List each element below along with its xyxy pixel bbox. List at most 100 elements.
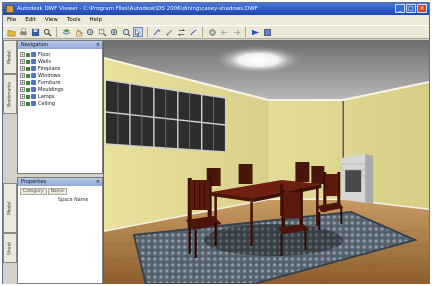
tree-item-label: Walls <box>38 58 52 65</box>
flag-icon[interactable] <box>250 27 260 37</box>
fit-icon[interactable] <box>207 27 217 37</box>
object-icon <box>31 101 36 106</box>
menu-view[interactable]: View <box>45 17 58 23</box>
title-bar[interactable]: Autodesk DWF Viewer - C:\Program Files\A… <box>3 3 429 15</box>
walk-icon[interactable] <box>188 27 198 37</box>
toolbar-separator <box>245 27 246 37</box>
properties-side-tabs: Model Sheet <box>3 177 17 284</box>
object-icon <box>31 94 36 99</box>
object-icon <box>31 73 36 78</box>
tree-item-ceiling[interactable]: + Ceiling <box>20 100 102 107</box>
side-tab-model[interactable]: Model <box>3 183 17 233</box>
property-key <box>22 198 58 203</box>
zoom-rect-icon[interactable] <box>97 27 107 37</box>
navigation-side-tabs: Model Bookmarks <box>3 40 17 174</box>
select-icon[interactable] <box>133 27 143 37</box>
app-icon <box>6 5 14 13</box>
menu-help[interactable]: Help <box>90 17 103 23</box>
left-pane: Model Bookmarks Navigation × + Floor + Wal… <box>3 40 103 284</box>
side-tab-bookmarks[interactable]: Bookmarks <box>3 74 17 114</box>
zoom-out-icon[interactable] <box>121 27 131 37</box>
visibility-icon[interactable] <box>26 52 30 57</box>
prev-icon[interactable] <box>219 27 229 37</box>
window-controls: _ □ × <box>395 4 427 13</box>
next-icon[interactable] <box>231 27 241 37</box>
visibility-icon[interactable] <box>26 87 30 92</box>
menu-bar: File Edit View Tools Help <box>3 15 429 25</box>
visibility-icon[interactable] <box>26 66 30 71</box>
object-icon <box>31 66 36 71</box>
navigation-tree: + Floor + Walls + Fireplace + Windows + Furni… <box>18 49 102 107</box>
visibility-icon[interactable] <box>26 80 30 85</box>
tree-item-label: Lamps <box>38 93 55 100</box>
pan-icon[interactable] <box>73 27 83 37</box>
zoom-in-icon[interactable] <box>109 27 119 37</box>
menu-edit[interactable]: Edit <box>25 17 36 23</box>
window-title: Autodesk DWF Viewer - C:\Program Files\A… <box>17 6 258 12</box>
toolbar-separator <box>56 27 57 37</box>
panel-close-icon[interactable]: × <box>96 41 100 49</box>
close-button[interactable]: × <box>417 4 427 13</box>
properties-tabs: Category Name <box>18 186 102 195</box>
app-window: Autodesk DWF Viewer - C:\Program Files\A… <box>2 2 430 284</box>
table-shadow <box>203 224 344 256</box>
object-icon <box>31 80 36 85</box>
expand-icon[interactable]: + <box>20 80 25 85</box>
tree-item-floor[interactable]: + Floor <box>20 51 102 58</box>
toolbar-separator <box>147 27 148 37</box>
zoom-icon[interactable] <box>85 27 95 37</box>
markup-icon[interactable] <box>164 27 174 37</box>
expand-icon[interactable]: + <box>20 101 25 106</box>
expand-icon[interactable]: + <box>20 87 25 92</box>
property-value: Space Name <box>58 198 89 203</box>
layers-icon[interactable] <box>61 27 71 37</box>
panel-close-icon[interactable]: × <box>96 178 100 186</box>
object-icon <box>31 52 36 57</box>
maximize-button[interactable]: □ <box>406 4 416 13</box>
visibility-icon[interactable] <box>26 73 30 78</box>
open-icon[interactable] <box>6 27 16 37</box>
expand-icon[interactable]: + <box>20 73 25 78</box>
print-icon[interactable] <box>18 27 28 37</box>
tree-item-label: Furniture <box>38 79 61 86</box>
visibility-icon[interactable] <box>26 94 30 99</box>
tree-item-label: Ceiling <box>38 100 56 107</box>
tree-item-lamps[interactable]: + Lamps <box>20 93 102 100</box>
properties-header: Properties × <box>18 178 102 186</box>
orbit-icon[interactable] <box>176 27 186 37</box>
tree-item-furniture[interactable]: + Furniture <box>20 79 102 86</box>
visibility-icon[interactable] <box>26 101 30 106</box>
object-icon <box>31 87 36 92</box>
toolbar-separator <box>202 27 203 37</box>
expand-icon[interactable]: + <box>20 66 25 71</box>
tree-item-label: Floor <box>38 51 51 58</box>
menu-tools[interactable]: Tools <box>67 17 81 23</box>
tree-item-fireplace[interactable]: + Fireplace <box>20 65 102 72</box>
settings-icon[interactable] <box>262 27 272 37</box>
search-icon[interactable] <box>42 27 52 37</box>
side-tab-sheet[interactable]: Sheet <box>3 233 17 263</box>
tree-item-label: Windows <box>38 72 61 79</box>
expand-icon[interactable]: + <box>20 59 25 64</box>
properties-panel: Properties × Category Name Space Name <box>17 177 103 284</box>
side-tab-model[interactable]: Model <box>3 40 17 74</box>
tree-item-walls[interactable]: + Walls <box>20 58 102 65</box>
minimize-button[interactable]: _ <box>395 4 405 13</box>
tree-item-label: Fireplace <box>38 65 61 72</box>
expand-icon[interactable]: + <box>20 94 25 99</box>
navigation-title: Navigation <box>21 42 48 48</box>
tab-category[interactable]: Category <box>20 188 47 195</box>
tree-item-label: Mouldings <box>38 86 64 93</box>
tree-item-mouldings[interactable]: + Mouldings <box>20 86 102 93</box>
3d-viewport[interactable] <box>103 40 429 284</box>
navigation-header: Navigation × <box>18 41 102 49</box>
dining-room-render <box>104 40 429 284</box>
measure-icon[interactable] <box>152 27 162 37</box>
tree-item-windows[interactable]: + Windows <box>20 72 102 79</box>
menu-file[interactable]: File <box>7 17 16 23</box>
expand-icon[interactable]: + <box>20 52 25 57</box>
ceiling-light <box>213 46 304 74</box>
visibility-icon[interactable] <box>26 59 30 64</box>
save-icon[interactable] <box>30 27 40 37</box>
tab-name[interactable]: Name <box>47 188 67 195</box>
